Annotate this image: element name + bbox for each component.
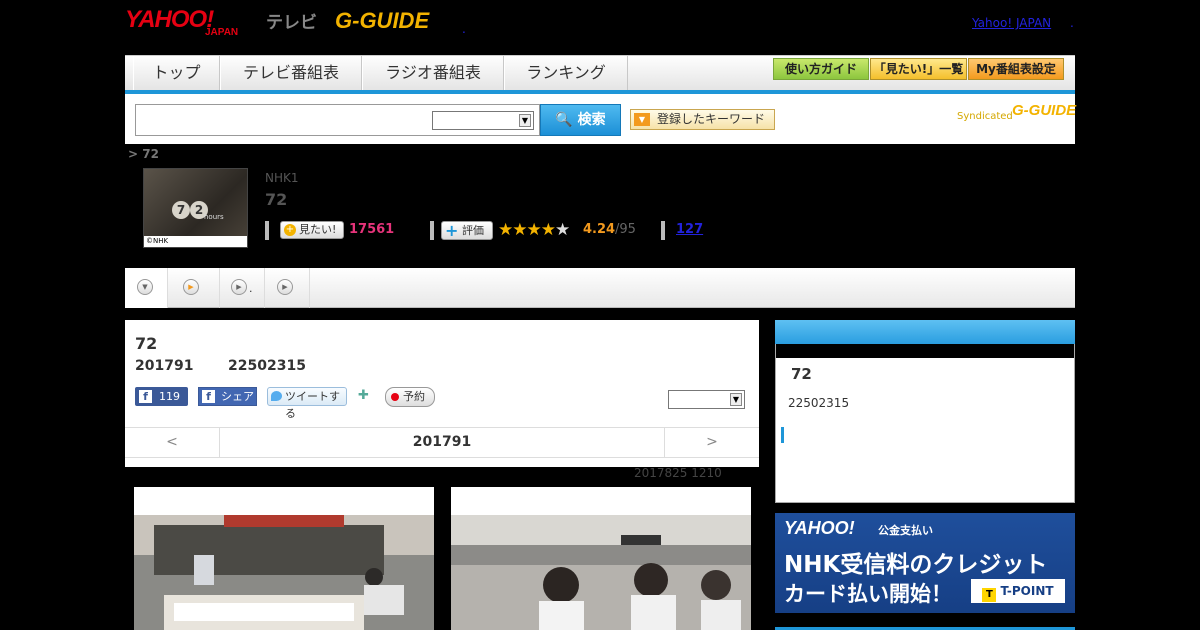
program-tabs: ▼ ▶ . ▶ ▶ (125, 268, 1075, 308)
sidebar-subheader (776, 344, 1074, 358)
reserve-label: 予約 (403, 390, 425, 403)
sidebar-header (775, 320, 1075, 344)
yahoo-japan-link[interactable]: Yahoo! JAPAN (972, 16, 1051, 30)
facebook-like-count: 119 (159, 390, 180, 403)
registered-keyword-label: 登録したキーワード (657, 112, 766, 126)
thumb-digit-7: 7 (172, 201, 190, 219)
date-pager: < 201791 > (125, 427, 759, 458)
search-button-label: 検索 (577, 112, 606, 128)
mitai-button[interactable]: + 見たい! (280, 221, 344, 239)
mitai-count: 17561 (349, 222, 395, 237)
chevron-down-icon: ▼ (137, 279, 153, 295)
nav-item-tv-schedule[interactable]: テレビ番組表 (220, 56, 362, 91)
sidebar-marker (781, 427, 784, 443)
header-dot: . (462, 22, 466, 36)
updated-timestamp: 2017825 1210 (634, 466, 722, 480)
tweet-button[interactable]: ツイートする (267, 387, 347, 420)
thumb-copyright: ©NHK (144, 236, 247, 247)
syndicated-gguide-logo: G-GUIDE (1012, 102, 1077, 119)
photo-1-image (134, 515, 434, 630)
tab-play[interactable]: ▶ . (169, 268, 253, 308)
stars-filled-icon: ★★★★ (498, 220, 556, 240)
rating-value: 4.24 (583, 222, 616, 237)
nav-item-ranking[interactable]: ランキング (504, 56, 628, 91)
search-button[interactable]: 🔍 検索 (540, 104, 621, 136)
tab-next[interactable]: ▶ (221, 268, 265, 308)
header-dot-right: . (1070, 16, 1074, 30)
sidebar-title: 72 (791, 365, 812, 383)
facebook-icon: f (139, 390, 152, 403)
pager-date: 201791 (412, 434, 472, 450)
play-icon: ▶ (183, 279, 199, 295)
channel-name: NHK1 (265, 171, 299, 185)
tv-logo-text[interactable]: テレビ (266, 8, 317, 33)
chevron-down-icon: ▼ (519, 114, 531, 127)
ad-headline-2: カード払い開始！ (784, 582, 952, 606)
mitai-label: 見たい! (299, 223, 337, 236)
photo-2-image (451, 515, 751, 630)
breadcrumb: > 72 (128, 147, 159, 161)
ad-headline-1: NHK受信料のクレジット (784, 552, 1048, 578)
dropdown-arrow-icon: ▼ (634, 113, 650, 126)
nhk-fee-ad-banner[interactable]: YAHOO! 公金支払い NHK受信料のクレジット カード払い開始！ T T-PO… (775, 513, 1075, 613)
syndicated-label: Syndicated (957, 111, 1013, 122)
divider (661, 221, 665, 240)
program-thumbnail: 7 2 hours ©NHK (143, 168, 248, 248)
divider (430, 221, 434, 240)
facebook-like-button[interactable]: f 119 (135, 387, 188, 406)
reserve-button[interactable]: 予約 (385, 387, 435, 407)
pager-next-button[interactable]: > (664, 428, 759, 457)
rating-count: /95 (615, 222, 636, 237)
search-category-select[interactable]: ▼ (432, 111, 534, 130)
my-schedule-settings-button[interactable]: My番組表設定 (968, 58, 1064, 80)
sidebar-time: 22502315 (788, 396, 850, 410)
global-nav: トップ テレビ番組表 ラジオ番組表 ランキング 使い方ガイド 「見たい!」一覧 … (125, 55, 1075, 91)
divider (265, 221, 269, 240)
record-icon (391, 393, 399, 401)
star-rating: ★★★★★ (498, 220, 570, 240)
yahoo-logo[interactable]: YAHOO! (125, 6, 214, 34)
rate-label: 評価 (462, 224, 484, 237)
tpoint-badge: T T-POINT (971, 579, 1065, 603)
mitai-list-button[interactable]: 「見たい!」一覧 (870, 58, 967, 80)
facebook-icon: f (202, 390, 215, 403)
plus-icon: + (284, 224, 296, 236)
registered-keyword-button[interactable]: ▼ 登録したキーワード (630, 109, 775, 130)
facebook-share-label: シェア (221, 390, 254, 403)
detail-time: 22502315 (228, 358, 306, 374)
stars-empty-icon: ★ (554, 220, 570, 240)
thumb-hours-text: hours (204, 213, 224, 221)
guide-button[interactable]: 使い方ガイド (773, 58, 869, 80)
program-photo-2[interactable] (451, 487, 751, 630)
detail-select[interactable]: ▼ (668, 390, 745, 409)
pager-prev-button[interactable]: < (125, 428, 220, 457)
rate-button[interactable]: + 評価 (441, 221, 493, 240)
yahoo-japan-logo-text: JAPAN (205, 27, 239, 38)
nav-item-top[interactable]: トップ (133, 56, 220, 91)
ad-yahoo-logo: YAHOO! (784, 518, 855, 538)
tpoint-label: T-POINT (1000, 584, 1054, 598)
nav-item-radio-schedule[interactable]: ラジオ番組表 (362, 56, 504, 91)
gguide-logo[interactable]: G-GUIDE (335, 8, 429, 34)
clip-icon[interactable]: ✚ (358, 388, 374, 404)
tab-detail[interactable]: ▼ (125, 268, 168, 308)
program-photo-1[interactable] (134, 487, 434, 630)
detail-date: 201791 (135, 358, 194, 374)
detail-title: 72 (135, 334, 158, 353)
play-icon: ▶ (231, 279, 247, 295)
tab-more[interactable]: ▶ (266, 268, 310, 308)
chevron-down-icon: ▼ (730, 393, 742, 406)
facebook-share-button[interactable]: f シェア (198, 387, 257, 406)
ad-subtitle: 公金支払い (878, 524, 933, 537)
tpoint-icon: T (982, 588, 997, 602)
program-title: 72 (265, 190, 288, 209)
play-icon: ▶ (277, 279, 293, 295)
review-count-link[interactable]: 127 (676, 222, 703, 237)
search-icon: 🔍 (555, 112, 573, 128)
twitter-bird-icon (271, 391, 282, 401)
plus-icon: + (445, 221, 459, 240)
